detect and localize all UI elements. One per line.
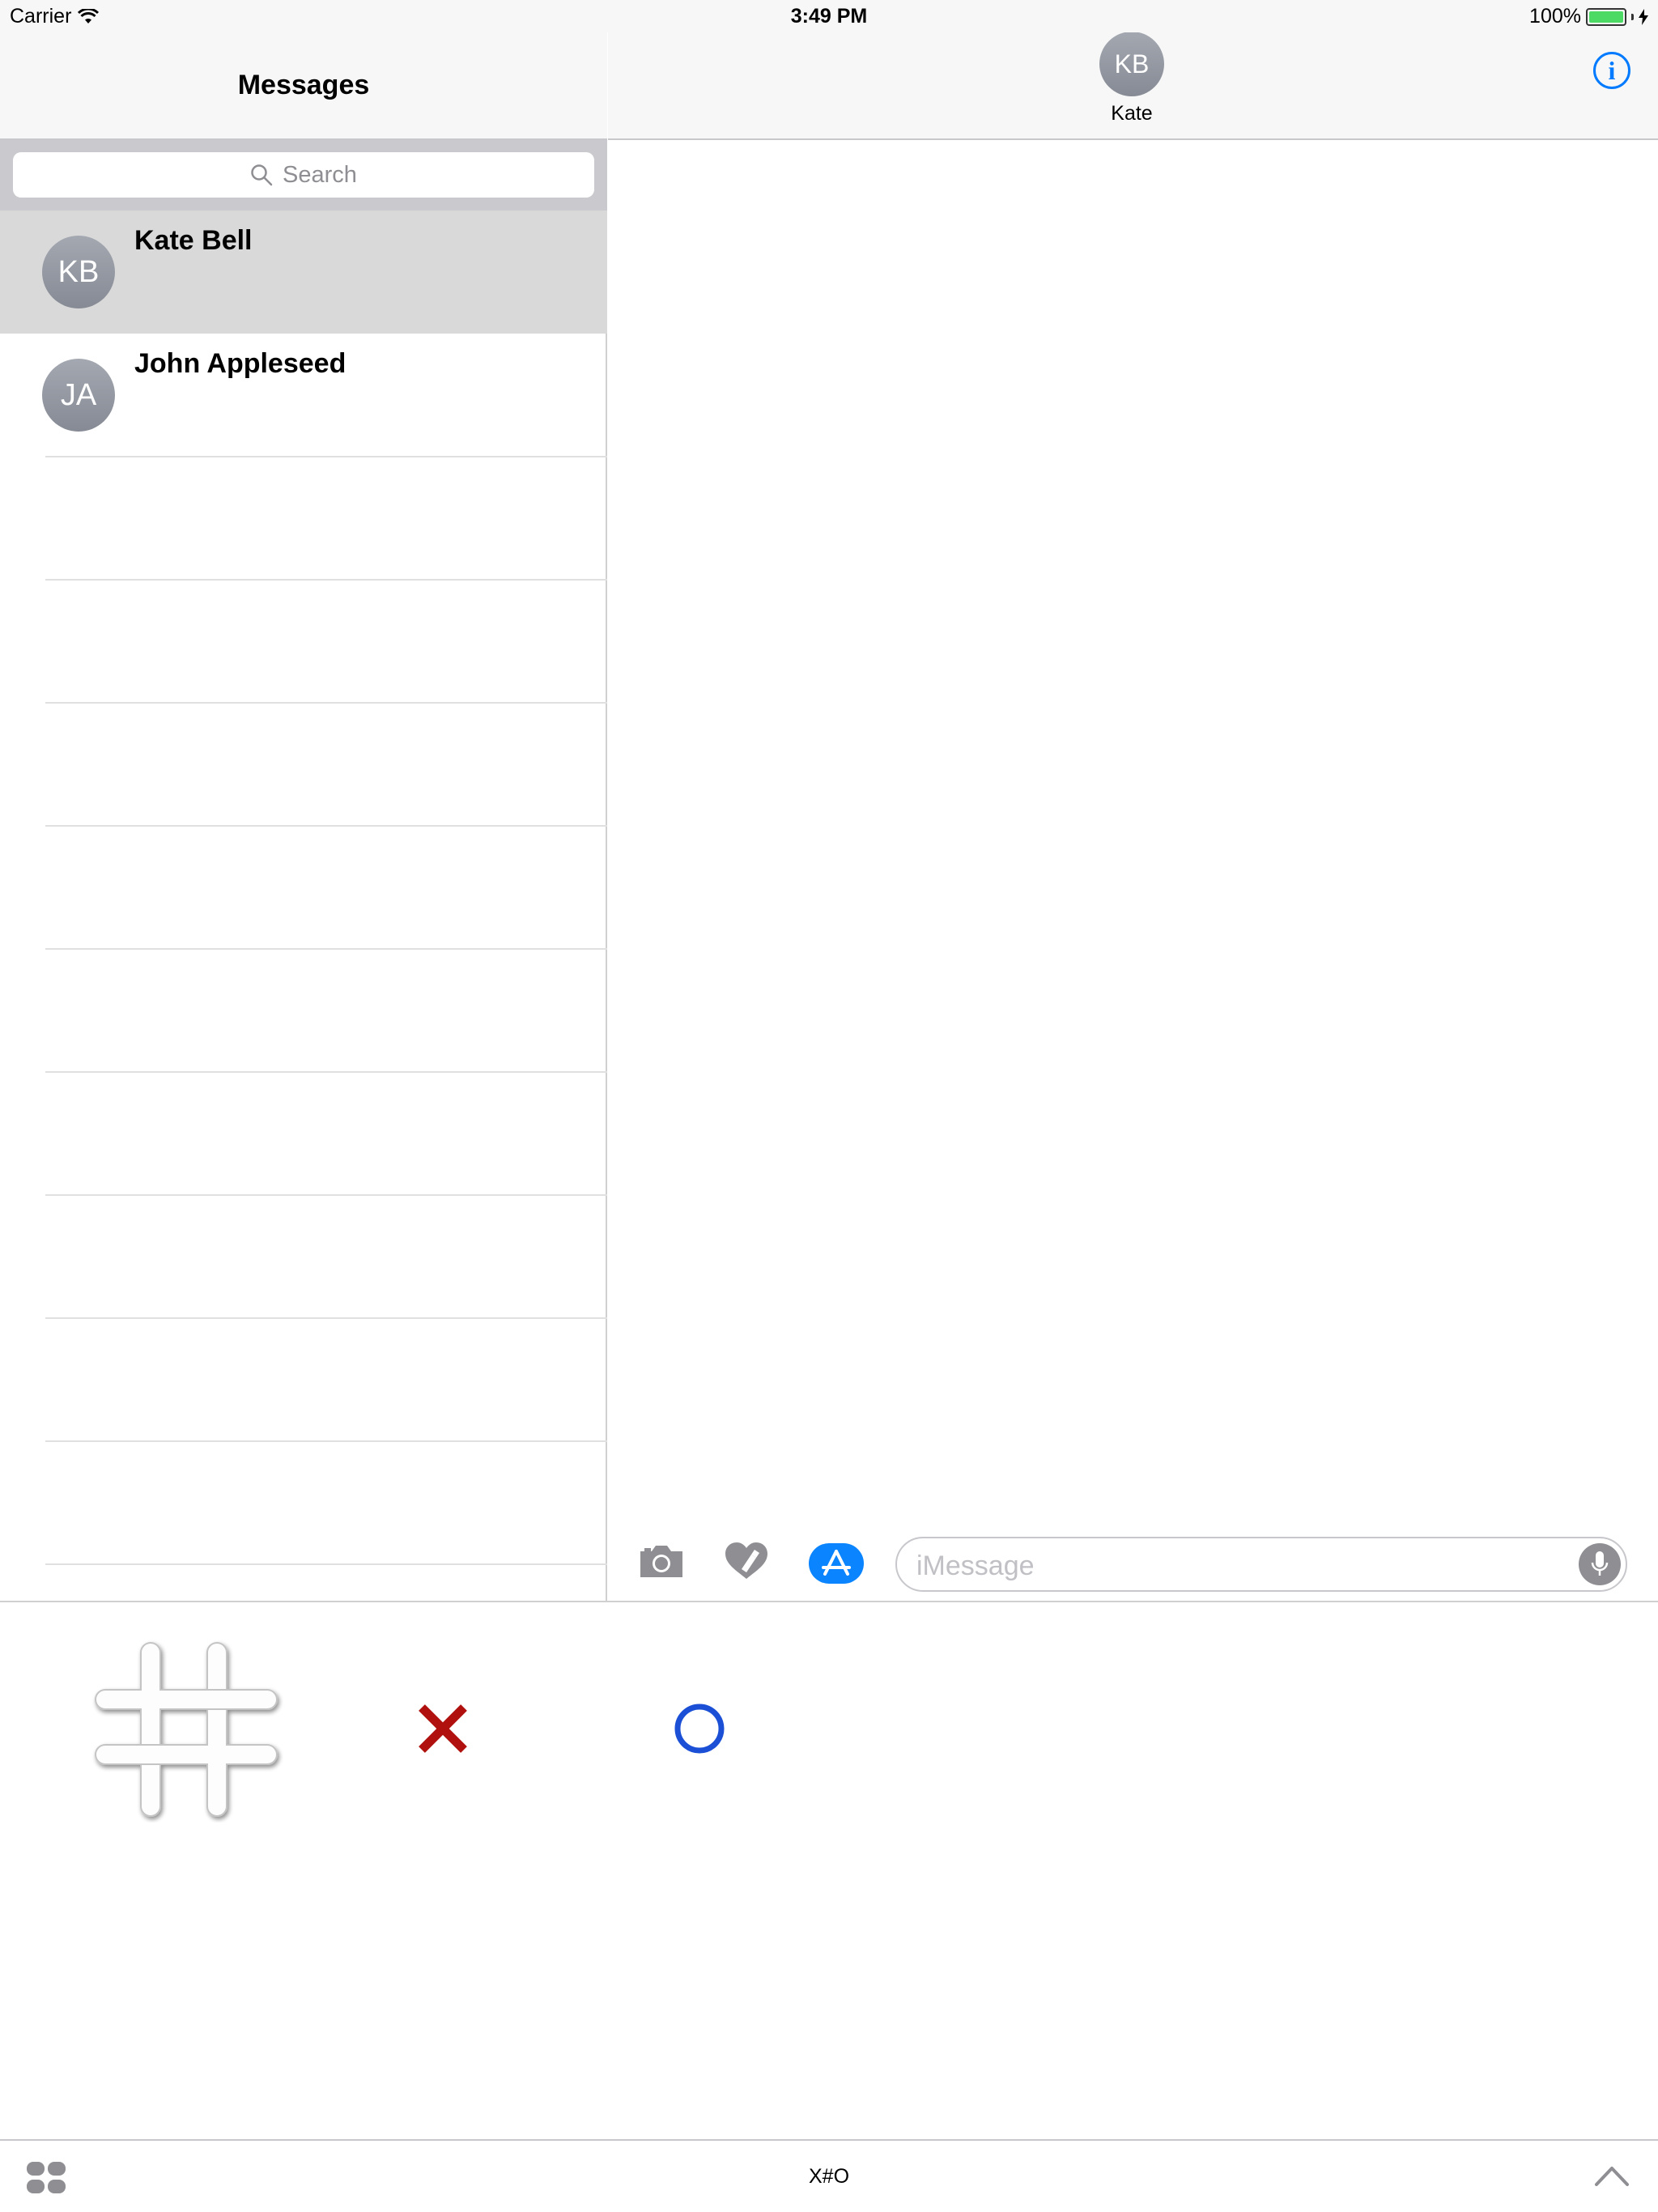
list-separator [45, 1194, 607, 1196]
list-separator [45, 1317, 607, 1319]
x-mark-sticker[interactable] [415, 1701, 470, 1756]
search-input[interactable]: Search [13, 152, 594, 198]
app-bottom-bar: X#O [0, 2139, 1658, 2212]
info-icon: i [1608, 55, 1616, 85]
clock: 3:49 PM [790, 5, 868, 28]
search-bar: Search [0, 140, 607, 211]
search-icon [251, 164, 273, 186]
imessage-app-extension [0, 1601, 1658, 2139]
info-button[interactable]: i [1593, 52, 1630, 89]
tic-tac-toe-board-sticker[interactable] [91, 1636, 283, 1823]
list-separator [45, 1440, 607, 1442]
expand-chevron-icon[interactable] [1593, 2163, 1630, 2188]
message-input[interactable]: iMessage [895, 1537, 1627, 1592]
microphone-icon [1591, 1551, 1609, 1576]
o-mark-sticker[interactable] [672, 1701, 727, 1756]
page-title: Messages [237, 70, 370, 100]
message-placeholder: iMessage [916, 1551, 1035, 1581]
conversation-item-kate-bell[interactable]: KB Kate Bell [0, 211, 607, 334]
conversation-name: John Appleseed [134, 348, 346, 379]
avatar: JA [42, 359, 115, 432]
avatar: KB [42, 236, 115, 308]
list-separator [45, 1563, 607, 1565]
battery-tip [1631, 13, 1634, 20]
conversation-name: Kate Bell [134, 225, 253, 256]
battery-percent: 100% [1529, 5, 1581, 28]
app-title: X#O [808, 2165, 850, 2188]
list-separator [45, 579, 607, 581]
conversation-item-john-appleseed[interactable]: JA John Appleseed [0, 334, 607, 457]
status-bar: Carrier 3:49 PM 100% [0, 0, 1658, 32]
camera-icon[interactable] [637, 1540, 686, 1582]
app-store-button[interactable] [809, 1543, 864, 1584]
list-separator [45, 825, 607, 827]
list-separator [45, 948, 607, 950]
list-separator [45, 456, 607, 457]
conversation-list-pane: Messages Search KB Kate Bell JA John App… [0, 0, 607, 1601]
compose-bar: iMessage [608, 1519, 1658, 1600]
charging-bolt-icon [1639, 8, 1648, 25]
contact-avatar-button[interactable]: KB [1099, 32, 1164, 96]
digital-touch-icon[interactable] [722, 1540, 771, 1582]
battery-icon [1586, 7, 1626, 26]
list-separator [45, 1071, 607, 1073]
app-store-icon [822, 1550, 851, 1576]
list-separator [45, 702, 607, 704]
contact-name[interactable]: Kate [1051, 102, 1213, 125]
microphone-button[interactable] [1579, 1543, 1621, 1585]
battery-indicator: 100% [1529, 5, 1648, 28]
search-placeholder: Search [283, 161, 357, 188]
